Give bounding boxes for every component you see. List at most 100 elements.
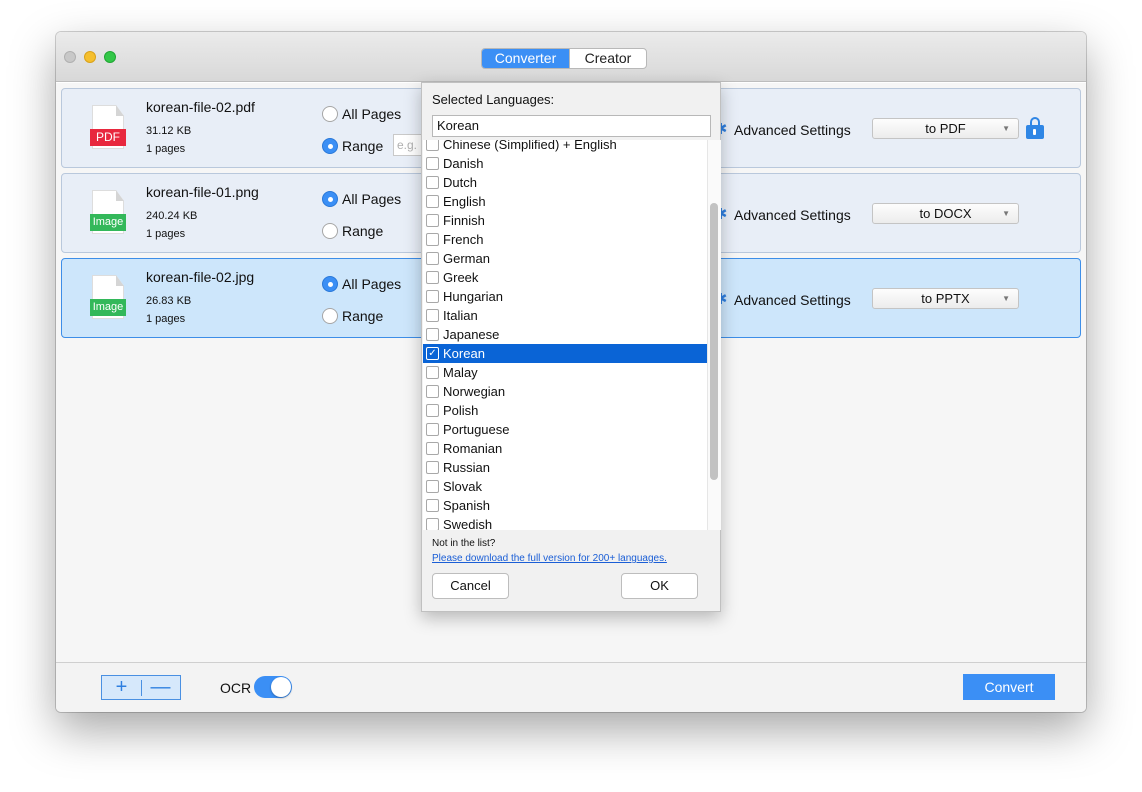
language-checkbox[interactable] [426, 480, 439, 493]
language-item[interactable]: English [423, 192, 707, 211]
tab-converter[interactable]: Converter [482, 49, 569, 68]
mode-segmented-control: Converter Creator [481, 48, 647, 69]
language-item[interactable]: Japanese [423, 325, 707, 344]
convert-button[interactable]: Convert [963, 674, 1055, 700]
gear-icon[interactable]: ✱ [720, 123, 730, 137]
language-checkbox[interactable] [426, 214, 439, 227]
language-items: Chinese (Simplified) + English Danish Dutc… [423, 140, 707, 530]
divider [141, 680, 142, 696]
language-checkbox[interactable] [426, 366, 439, 379]
language-item[interactable]: Finnish [423, 211, 707, 230]
language-label: Slovak [443, 479, 483, 494]
language-item[interactable]: Spanish [423, 496, 707, 515]
language-checkbox[interactable] [426, 328, 439, 341]
language-label: Swedish [443, 517, 493, 530]
all-pages-label: All Pages [342, 191, 402, 207]
all-pages-radio[interactable] [322, 106, 338, 122]
language-checkbox[interactable] [426, 461, 439, 474]
language-item[interactable]: Chinese (Simplified) + English [423, 140, 707, 154]
advanced-settings-link[interactable]: Advanced Settings [734, 207, 851, 223]
remove-file-button[interactable]: — [141, 676, 180, 699]
maximize-window-button[interactable] [104, 51, 116, 63]
tab-creator[interactable]: Creator [569, 49, 646, 68]
language-item[interactable]: Romanian [423, 439, 707, 458]
ocr-toggle[interactable] [254, 676, 292, 698]
add-file-button[interactable]: + [102, 676, 141, 699]
language-item[interactable]: Slovak [423, 477, 707, 496]
language-checkbox[interactable] [426, 290, 439, 303]
ocr-label: OCR [220, 680, 252, 696]
language-item[interactable]: ✓ Korean [423, 344, 707, 363]
language-label: German [443, 251, 490, 266]
language-label: Spanish [443, 498, 490, 513]
language-checkbox[interactable] [426, 442, 439, 455]
language-checkbox[interactable] [426, 499, 439, 512]
all-pages-label: All Pages [342, 276, 402, 292]
language-list[interactable]: Chinese (Simplified) + English Danish Dutc… [423, 140, 721, 530]
titlebar: Converter Creator [56, 32, 1086, 82]
language-checkbox[interactable] [426, 309, 439, 322]
range-label: Range [342, 308, 384, 324]
gear-icon[interactable]: ✱ [720, 208, 730, 222]
language-checkbox[interactable] [426, 518, 439, 530]
language-popover: Selected Languages: Korean Chinese (Simp… [421, 82, 721, 612]
language-label: Finnish [443, 213, 485, 228]
language-checkbox[interactable] [426, 176, 439, 189]
language-item[interactable]: Portuguese [423, 420, 707, 439]
range-radio[interactable] [322, 308, 338, 324]
cancel-button[interactable]: Cancel [432, 573, 509, 599]
minimize-window-button[interactable] [84, 51, 96, 63]
language-item[interactable]: Hungarian [423, 287, 707, 306]
language-item[interactable]: German [423, 249, 707, 268]
language-checkbox[interactable] [426, 252, 439, 265]
language-item[interactable]: Italian [423, 306, 707, 325]
language-item[interactable]: French [423, 230, 707, 249]
language-checkbox[interactable] [426, 157, 439, 170]
output-format-select[interactable]: to PDF ▼ [872, 118, 1019, 139]
download-full-version-link[interactable]: Please download the full version for 200… [432, 553, 667, 564]
language-label: Danish [443, 156, 484, 171]
file-type-tag: PDF [90, 129, 126, 146]
language-item[interactable]: Norwegian [423, 382, 707, 401]
output-format-select[interactable]: to DOCX ▼ [872, 203, 1019, 224]
range-input[interactable]: e.g. [393, 134, 423, 156]
file-name: korean-file-02.pdf [146, 99, 255, 115]
image-file-icon: Image [90, 275, 126, 319]
lock-icon[interactable] [1025, 117, 1045, 139]
language-item[interactable]: Dutch [423, 173, 707, 192]
language-checkbox[interactable] [426, 233, 439, 246]
all-pages-radio[interactable] [322, 191, 338, 207]
range-radio[interactable] [322, 138, 338, 154]
ok-button[interactable]: OK [621, 573, 698, 599]
range-radio[interactable] [322, 223, 338, 239]
image-file-icon: Image [90, 190, 126, 234]
bottom-toolbar: + — OCR Convert [56, 662, 1086, 712]
language-label: Norwegian [443, 384, 506, 399]
scrollbar-thumb[interactable] [710, 203, 718, 480]
advanced-settings-link[interactable]: Advanced Settings [734, 122, 851, 138]
language-checkbox[interactable] [426, 140, 439, 151]
language-label: Portuguese [443, 422, 510, 437]
language-checkbox[interactable] [426, 271, 439, 284]
language-checkbox[interactable] [426, 195, 439, 208]
language-checkbox[interactable] [426, 404, 439, 417]
all-pages-radio[interactable] [322, 276, 338, 292]
file-size: 31.12 KB [146, 125, 192, 137]
advanced-settings-link[interactable]: Advanced Settings [734, 292, 851, 308]
language-checkbox[interactable]: ✓ [426, 347, 439, 360]
language-item[interactable]: Russian [423, 458, 707, 477]
selected-languages-field[interactable]: Korean [432, 115, 711, 137]
all-pages-label: All Pages [342, 106, 402, 122]
close-window-button[interactable] [64, 51, 76, 63]
output-format-select[interactable]: to PPTX ▼ [872, 288, 1019, 309]
language-item[interactable]: Swedish [423, 515, 707, 530]
language-checkbox[interactable] [426, 423, 439, 436]
language-item[interactable]: Greek [423, 268, 707, 287]
language-item[interactable]: Polish [423, 401, 707, 420]
language-label: Romanian [443, 441, 503, 456]
language-item[interactable]: Malay [423, 363, 707, 382]
file-page-count: 1 pages [146, 143, 186, 155]
language-checkbox[interactable] [426, 385, 439, 398]
gear-icon[interactable]: ✱ [720, 293, 730, 307]
language-item[interactable]: Danish [423, 154, 707, 173]
